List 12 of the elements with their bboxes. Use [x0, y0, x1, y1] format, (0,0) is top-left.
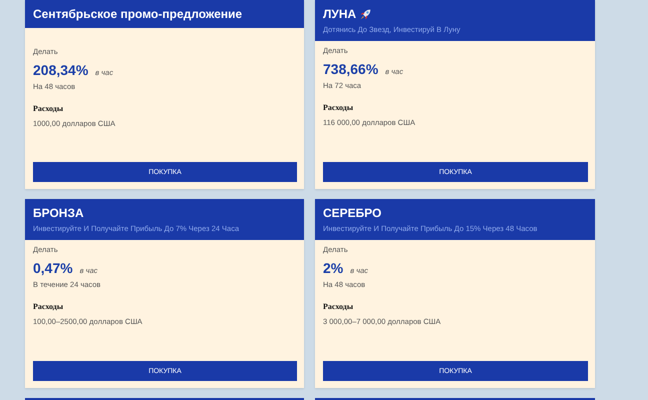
- cost-label: Расходы: [33, 302, 64, 311]
- rate-value: 0,47%: [33, 259, 73, 277]
- plan-title: Сентябрьское промо-предложение: [33, 6, 242, 22]
- rate-value: 2%: [323, 259, 344, 277]
- plan-title: СЕРЕБРО: [323, 205, 382, 221]
- plan-title: ЛУНА: [323, 6, 356, 22]
- cost-label: Расходы: [33, 104, 64, 113]
- rate-value: 738,66%: [323, 60, 378, 78]
- plan-title: БРОНЗА: [33, 205, 84, 221]
- cost-label: Расходы: [323, 103, 354, 112]
- rate-value: 208,34%: [33, 61, 88, 79]
- cost-label: Расходы: [323, 302, 354, 311]
